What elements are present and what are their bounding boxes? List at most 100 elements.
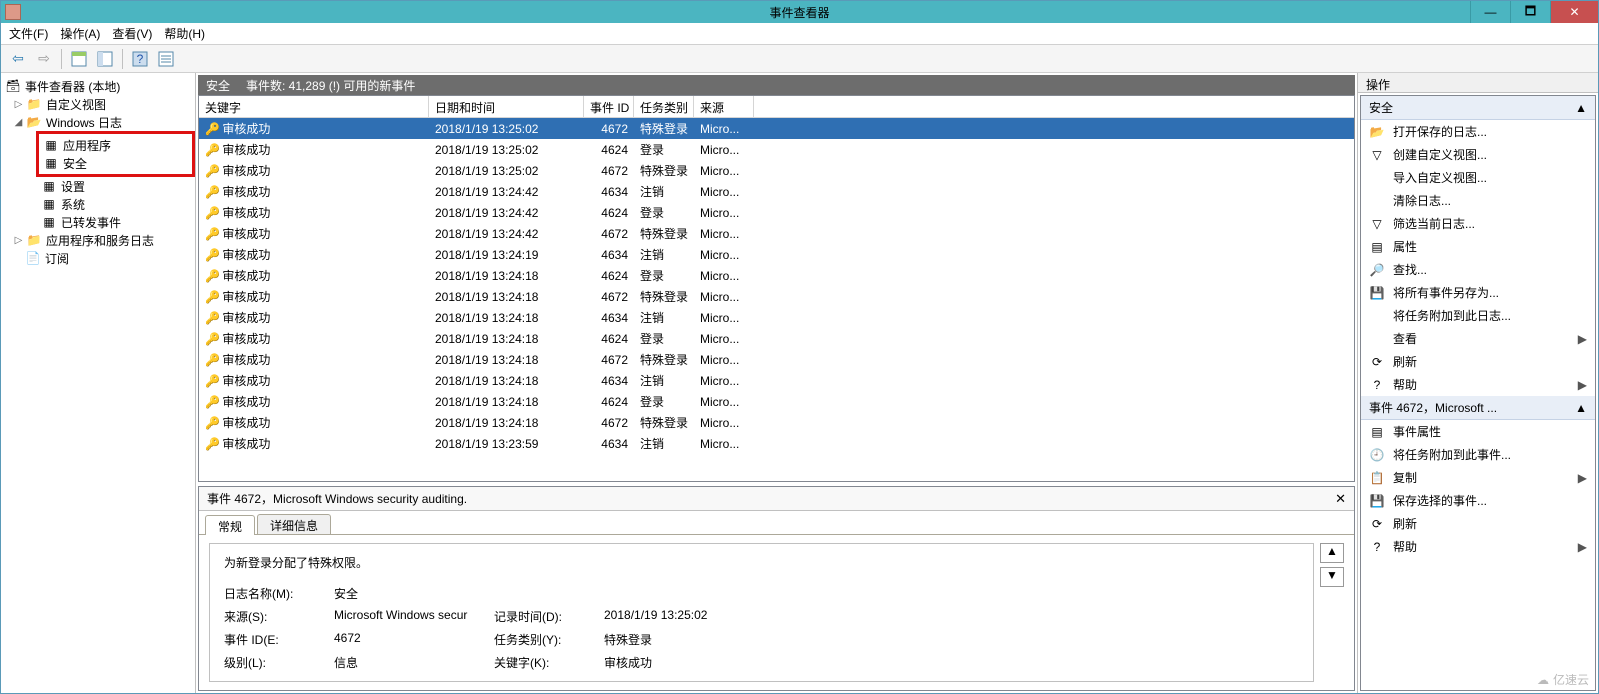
key-icon: 🔑	[205, 311, 219, 325]
tree-subscriptions[interactable]: 📄 订阅	[1, 249, 195, 267]
properties-icon: ▤	[1369, 424, 1385, 440]
refresh-icon: ⟳	[1369, 354, 1385, 370]
event-row[interactable]: 🔑 审核成功2018/1/19 13:24:194634注销Micro...	[199, 244, 1354, 265]
action-item[interactable]: ⟳刷新	[1361, 512, 1595, 535]
event-row[interactable]: 🔑 审核成功2018/1/19 13:25:024672特殊登录Micro...	[199, 118, 1354, 139]
properties-button[interactable]	[155, 48, 177, 70]
tree-app-svc-logs[interactable]: ▷ 📁 应用程序和服务日志	[1, 231, 195, 249]
blank-icon	[1369, 193, 1385, 209]
menu-action[interactable]: 操作(A)	[60, 25, 100, 42]
key-icon: 🔑	[205, 206, 219, 220]
maximize-button[interactable]: 🗖	[1510, 1, 1550, 23]
col-datetime[interactable]: 日期和时间	[429, 96, 584, 117]
detail-up-button[interactable]: ▲	[1320, 543, 1344, 563]
action-item[interactable]: 🔎查找...	[1361, 258, 1595, 281]
action-item[interactable]: 查看▶	[1361, 327, 1595, 350]
tree-root[interactable]: 🗃 事件查看器 (本地)	[1, 77, 195, 95]
collapse-icon: ▲	[1575, 401, 1587, 415]
event-row[interactable]: 🔑 审核成功2018/1/19 13:24:424634注销Micro...	[199, 181, 1354, 202]
key-icon: 🔑	[205, 290, 219, 304]
tree-custom-views[interactable]: ▷ 📁 自定义视图	[1, 95, 195, 113]
tab-details[interactable]: 详细信息	[257, 514, 331, 534]
action-group-event[interactable]: 事件 4672，Microsoft ...▲	[1361, 396, 1595, 420]
value-event-id: 4672	[334, 631, 494, 648]
detail-down-button[interactable]: ▼	[1320, 567, 1344, 587]
expander-icon[interactable]: ◢	[13, 117, 24, 128]
menu-file[interactable]: 文件(F)	[9, 25, 48, 42]
action-item[interactable]: 📋复制▶	[1361, 466, 1595, 489]
tree-system[interactable]: ▦ 系统	[1, 195, 195, 213]
col-task-category[interactable]: 任务类别	[634, 96, 694, 117]
minimize-button[interactable]: —	[1470, 1, 1510, 23]
action-item[interactable]: ?帮助▶	[1361, 373, 1595, 396]
show-tree-button[interactable]	[68, 48, 90, 70]
event-row[interactable]: 🔑 审核成功2018/1/19 13:24:184634注销Micro...	[199, 307, 1354, 328]
event-row[interactable]: 🔑 审核成功2018/1/19 13:25:024624登录Micro...	[199, 139, 1354, 160]
submenu-arrow-icon: ▶	[1578, 378, 1587, 392]
tree-pane: 🗃 事件查看器 (本地) ▷ 📁 自定义视图 ◢ 📂 Windows 日志 ▦ …	[1, 73, 196, 693]
action-label: 导入自定义视图...	[1393, 169, 1587, 186]
action-item[interactable]: ?帮助▶	[1361, 535, 1595, 558]
tab-general[interactable]: 常规	[205, 515, 255, 535]
action-label: 保存选择的事件...	[1393, 492, 1587, 509]
tree-security[interactable]: ▦ 安全	[39, 154, 152, 172]
tree-app: ▦ 应用程序 ▦ 安全	[1, 131, 195, 177]
tree-application[interactable]: ▦ 应用程序	[39, 136, 152, 154]
detail-close-button[interactable]: ✕	[1335, 491, 1346, 507]
tree-setup[interactable]: ▦ 设置	[1, 177, 195, 195]
label-log-name: 日志名称(M):	[224, 585, 334, 602]
menu-help[interactable]: 帮助(H)	[164, 25, 205, 42]
action-item[interactable]: 清除日志...	[1361, 189, 1595, 212]
key-icon: 🔑	[205, 164, 219, 178]
action-item[interactable]: ▤属性	[1361, 235, 1595, 258]
action-group-security[interactable]: 安全▲	[1361, 96, 1595, 120]
nav-forward-button[interactable]	[33, 48, 55, 70]
detail-header: 事件 4672，Microsoft Windows security audit…	[199, 487, 1354, 511]
col-source[interactable]: 来源	[694, 96, 754, 117]
panel-layout-button[interactable]	[94, 48, 116, 70]
expander-icon[interactable]: ▷	[13, 99, 24, 110]
value-source: Microsoft Windows secur	[334, 608, 494, 625]
event-row[interactable]: 🔑 审核成功2018/1/19 13:24:424672特殊登录Micro...	[199, 223, 1354, 244]
action-item[interactable]: ▤ 事件属性	[1361, 420, 1595, 443]
col-keyword[interactable]: 关键字	[199, 96, 429, 117]
action-item[interactable]: ⟳刷新	[1361, 350, 1595, 373]
event-row[interactable]: 🔑 审核成功2018/1/19 13:24:184672特殊登录Micro...	[199, 286, 1354, 307]
action-item[interactable]: ▽创建自定义视图...	[1361, 143, 1595, 166]
action-item[interactable]: ▽筛选当前日志...	[1361, 212, 1595, 235]
action-label: 事件属性	[1393, 423, 1587, 440]
center-title: 安全	[206, 77, 230, 94]
event-row[interactable]: 🔑 审核成功2018/1/19 13:24:184634注销Micro...	[199, 370, 1354, 391]
action-label: 刷新	[1393, 515, 1587, 532]
label-level: 级别(L):	[224, 654, 334, 671]
event-row[interactable]: 🔑 审核成功2018/1/19 13:24:424624登录Micro...	[199, 202, 1354, 223]
tree-forwarded[interactable]: ▦ 已转发事件	[1, 213, 195, 231]
action-item[interactable]: 📂打开保存的日志...	[1361, 120, 1595, 143]
close-button[interactable]: ✕	[1550, 1, 1598, 23]
event-row[interactable]: 🔑 审核成功2018/1/19 13:24:184624登录Micro...	[199, 328, 1354, 349]
action-item[interactable]: 导入自定义视图...	[1361, 166, 1595, 189]
window-title: 事件查看器	[769, 4, 829, 21]
event-row[interactable]: 🔑 审核成功2018/1/19 13:24:184624登录Micro...	[199, 265, 1354, 286]
highlight-box: ▦ 应用程序 ▦ 安全	[36, 131, 195, 177]
help-button[interactable]: ?	[129, 48, 151, 70]
blank-icon	[1369, 170, 1385, 186]
tree-windows-logs[interactable]: ◢ 📂 Windows 日志	[1, 113, 195, 131]
col-event-id[interactable]: 事件 ID	[584, 96, 634, 117]
event-row[interactable]: 🔑 审核成功2018/1/19 13:24:184624登录Micro...	[199, 391, 1354, 412]
action-item[interactable]: 💾保存选择的事件...	[1361, 489, 1595, 512]
menu-view[interactable]: 查看(V)	[112, 25, 152, 42]
nav-back-button[interactable]	[7, 48, 29, 70]
action-item[interactable]: 💾将所有事件另存为...	[1361, 281, 1595, 304]
submenu-arrow-icon: ▶	[1578, 332, 1587, 346]
event-row[interactable]: 🔑 审核成功2018/1/19 13:24:184672特殊登录Micro...	[199, 349, 1354, 370]
expander-icon[interactable]: ▷	[13, 235, 24, 246]
event-row[interactable]: 🔑 审核成功2018/1/19 13:25:024672特殊登录Micro...	[199, 160, 1354, 181]
events-body[interactable]: 🔑 审核成功2018/1/19 13:25:024672特殊登录Micro...…	[199, 118, 1354, 481]
event-row[interactable]: 🔑 审核成功2018/1/19 13:23:594634注销Micro...	[199, 433, 1354, 454]
action-item[interactable]: 将任务附加到此日志...	[1361, 304, 1595, 327]
submenu-arrow-icon: ▶	[1578, 540, 1587, 554]
action-label: 帮助	[1393, 538, 1570, 555]
event-row[interactable]: 🔑 审核成功2018/1/19 13:24:184672特殊登录Micro...	[199, 412, 1354, 433]
action-item[interactable]: 🕘将任务附加到此事件...	[1361, 443, 1595, 466]
